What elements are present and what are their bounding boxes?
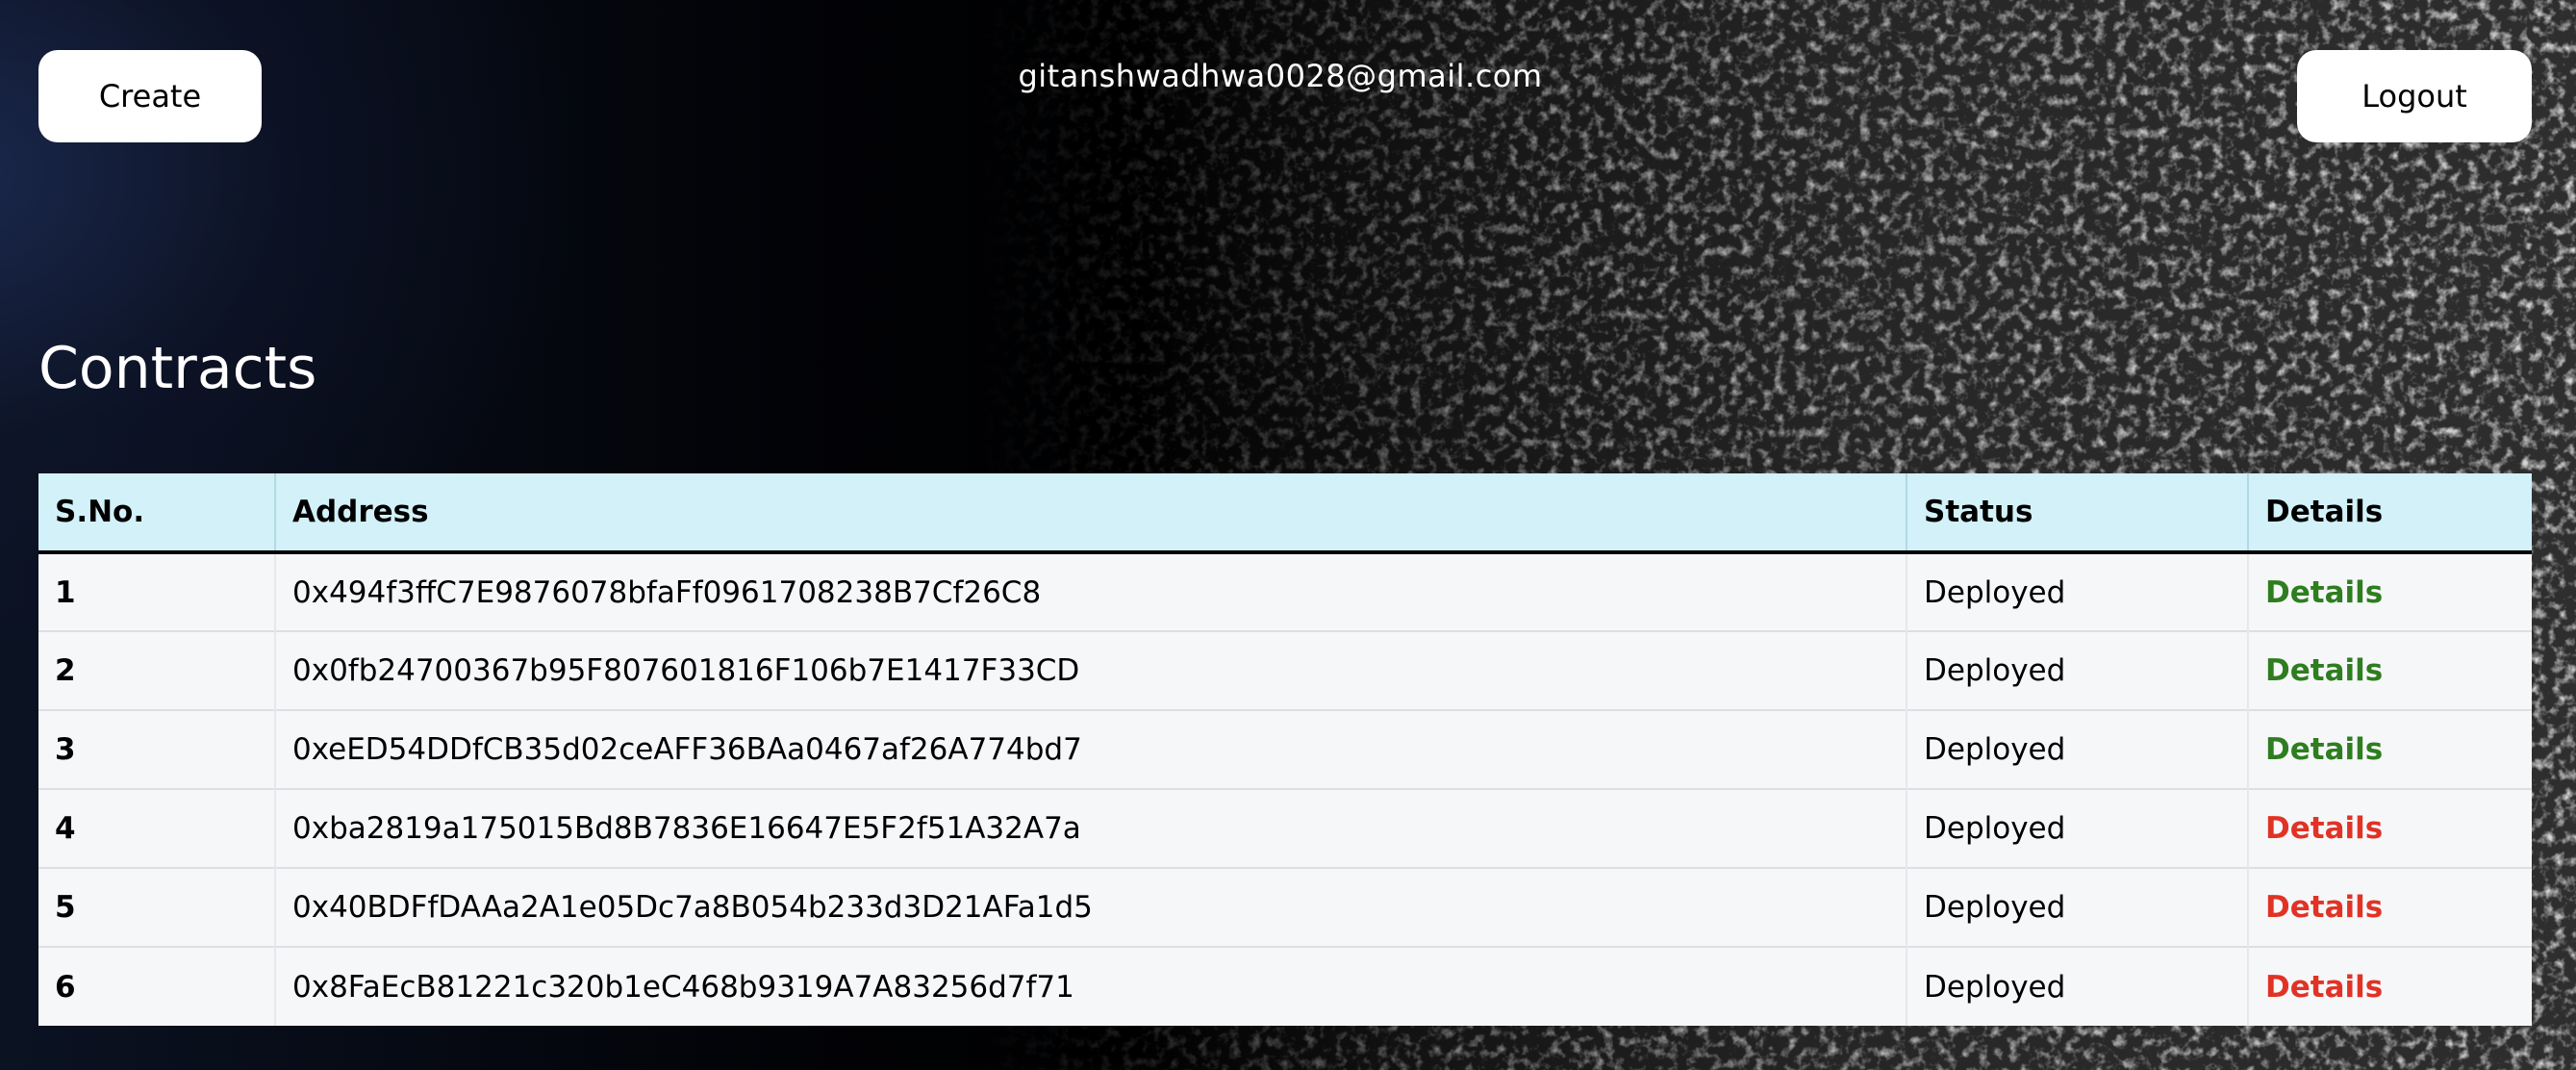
cell-details: Details	[2247, 867, 2532, 947]
user-email: gitanshwadhwa0028@gmail.com	[1018, 58, 1543, 94]
cell-address: 0xba2819a175015Bd8B7836E16647E5F2f51A32A…	[274, 788, 1907, 868]
column-header-details: Details	[2247, 473, 2532, 554]
details-link[interactable]: Details	[2265, 970, 2383, 1005]
table-row: 4 0xba2819a175015Bd8B7836E16647E5F2f51A3…	[38, 788, 2532, 868]
cell-details: Details	[2247, 630, 2532, 710]
details-link[interactable]: Details	[2265, 732, 2383, 767]
cell-address: 0x494f3ffC7E9876078bfaFf0961708238B7Cf26…	[274, 552, 1907, 631]
page-title: Contracts	[38, 335, 317, 402]
table-row: 6 0x8FaEcB81221c320b1eC468b9319A7A83256d…	[38, 946, 2532, 1026]
cell-details: Details	[2247, 709, 2532, 789]
table-row: 3 0xeED54DDfCB35d02ceAFF36BAa0467af26A77…	[38, 709, 2532, 789]
logout-button[interactable]: Logout	[2297, 50, 2532, 142]
contracts-table: S.No. Address Status Details 1 0x494f3ff…	[38, 473, 2532, 1026]
cell-status: Deployed	[1906, 946, 2248, 1026]
cell-sno: 1	[55, 574, 76, 610]
details-link[interactable]: Details	[2265, 575, 2383, 610]
table-row: 5 0x40BDFfDAAa2A1e05Dc7a8B054b233d3D21AF…	[38, 867, 2532, 947]
cell-status: Deployed	[1906, 709, 2248, 789]
cell-status: Deployed	[1906, 788, 2248, 868]
table-row: 1 0x494f3ffC7E9876078bfaFf0961708238B7Cf…	[38, 552, 2532, 631]
cell-status: Deployed	[1906, 867, 2248, 947]
cell-address: 0xeED54DDfCB35d02ceAFF36BAa0467af26A774b…	[274, 709, 1907, 789]
column-header-address: Address	[274, 473, 1907, 554]
cell-address: 0x0fb24700367b95F807601816F106b7E1417F33…	[274, 630, 1907, 710]
cell-sno: 3	[38, 709, 275, 789]
details-link[interactable]: Details	[2265, 653, 2383, 688]
cell-details: Details	[2247, 552, 2532, 631]
cell-status: Deployed	[1906, 630, 2248, 710]
column-header-status: Status	[1906, 473, 2248, 554]
cell-sno: 4	[38, 788, 275, 868]
cell-sno: 5	[38, 867, 275, 947]
cell-address: 0x8FaEcB81221c320b1eC468b9319A7A83256d7f…	[274, 946, 1907, 1026]
column-header-sno: S.No.	[38, 473, 275, 554]
cell-status: Deployed	[1906, 552, 2248, 631]
cell-sno: 2	[38, 630, 275, 710]
details-link[interactable]: Details	[2265, 811, 2383, 846]
cell-details: Details	[2247, 788, 2532, 868]
cell-address: 0x40BDFfDAAa2A1e05Dc7a8B054b233d3D21AFa1…	[274, 867, 1907, 947]
cell-details: Details	[2247, 946, 2532, 1026]
table-row: 2 0x0fb24700367b95F807601816F106b7E1417F…	[38, 630, 2532, 710]
details-link[interactable]: Details	[2265, 890, 2383, 925]
cell-sno: 6	[38, 946, 275, 1026]
table-header-row: S.No. Address Status Details	[38, 473, 2532, 554]
